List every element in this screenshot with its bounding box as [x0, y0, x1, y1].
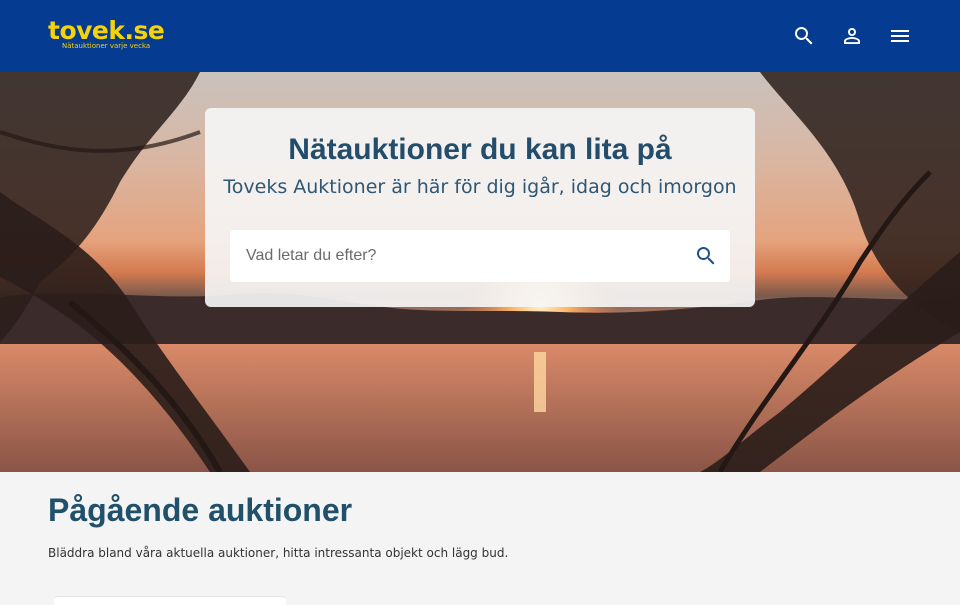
header-menu-button[interactable]: [884, 20, 916, 52]
user-icon: [844, 28, 860, 44]
auction-card[interactable]: [54, 596, 286, 605]
hero-subtitle: Toveks Auktioner är här för dig igår, id…: [223, 176, 737, 198]
hero-search-box: [230, 230, 730, 282]
search-submit-button[interactable]: [692, 242, 720, 270]
hero-banner: Nätauktioner du kan lita på Toveks Aukti…: [0, 72, 960, 472]
hero-title: Nätauktioner du kan lita på: [288, 133, 672, 166]
menu-icon: [891, 30, 909, 42]
logo-tagline: Nätauktioner varje vecka: [62, 42, 151, 50]
top-navigation-bar: tovek.se Nätauktioner varje vecka: [0, 0, 960, 72]
header-search-button[interactable]: [788, 20, 820, 52]
site-logo[interactable]: tovek.se Nätauktioner varje vecka: [48, 16, 168, 56]
search-icon: [697, 247, 715, 265]
ongoing-auctions-heading: Pågående auktioner: [48, 492, 353, 528]
hero-search-card: Nätauktioner du kan lita på Toveks Aukti…: [205, 108, 755, 307]
header-account-button[interactable]: [836, 20, 868, 52]
search-input[interactable]: [230, 230, 686, 282]
search-icon: [795, 27, 813, 45]
ongoing-auctions-description: Bläddra bland våra aktuella auktioner, h…: [48, 546, 509, 560]
